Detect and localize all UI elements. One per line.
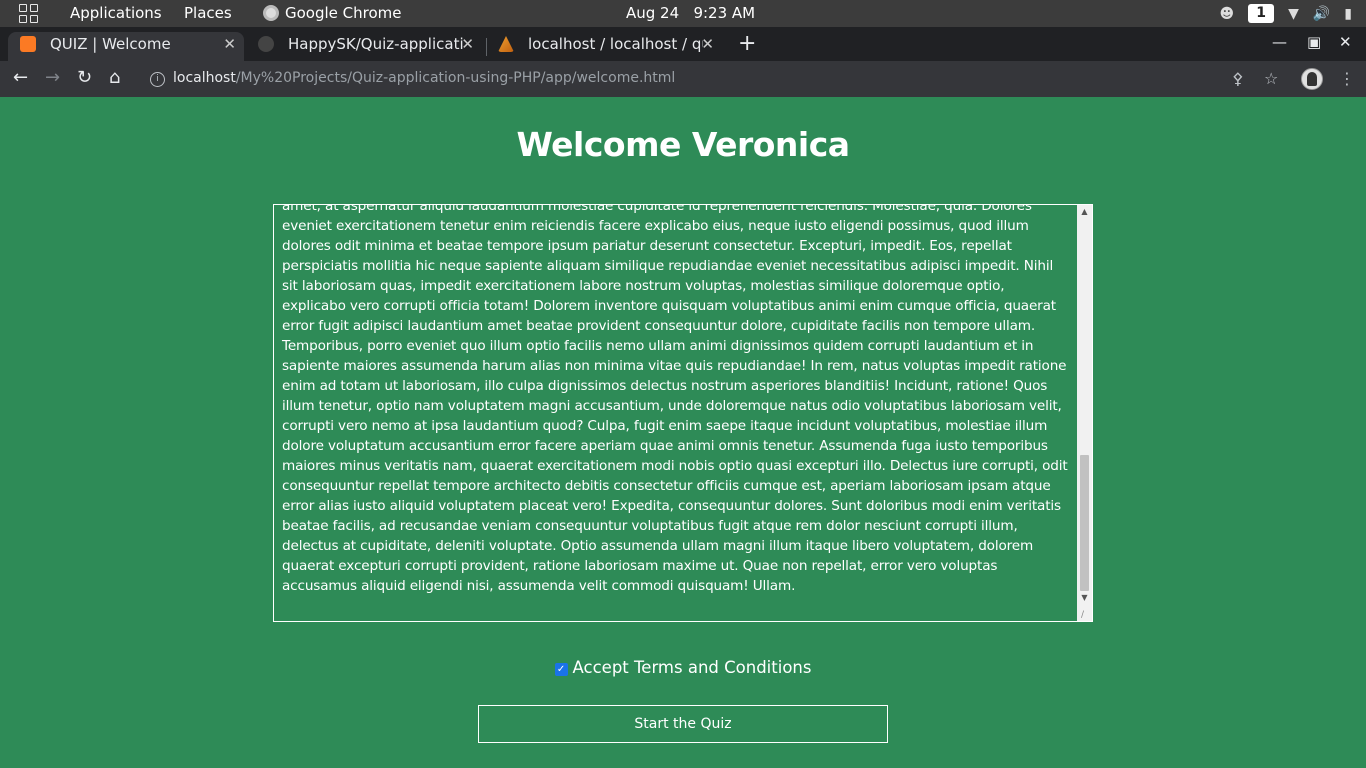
- tab-title: HappySK/Quiz-application-using-PHP: [288, 35, 463, 53]
- close-tab-icon[interactable]: ✕: [701, 32, 714, 56]
- clock[interactable]: Aug 24 9:23 AM: [626, 4, 755, 22]
- forward-icon[interactable]: →: [45, 67, 60, 88]
- os-top-bar: Applications Places Google Chrome Aug 24…: [0, 0, 1366, 27]
- xampp-favicon-icon: [20, 36, 36, 52]
- profile-avatar[interactable]: [1301, 68, 1323, 90]
- start-quiz-button[interactable]: Start the Quiz: [478, 705, 888, 743]
- close-tab-icon[interactable]: ✕: [223, 32, 236, 56]
- menu-kebab-icon[interactable]: ⋮: [1339, 69, 1355, 88]
- accept-terms-label[interactable]: Accept Terms and Conditions: [573, 658, 812, 677]
- people-icon[interactable]: ☻: [1219, 6, 1234, 22]
- page-content: Welcome Veronica amet, at aspernatur ali…: [0, 97, 1366, 768]
- wifi-icon[interactable]: ▼: [1288, 6, 1299, 22]
- scroll-up-icon[interactable]: ▲: [1077, 205, 1092, 219]
- workspace-indicator[interactable]: 1: [1248, 4, 1275, 23]
- tab-title: localhost / localhost / quiz: [528, 35, 703, 53]
- toolbar: ← → ↻ ⌂ i localhost/My%20Projects/Quiz-ap…: [0, 61, 1366, 97]
- address-input[interactable]: i localhost/My%20Projects/Quiz-applicatio…: [150, 70, 675, 87]
- tab-quiz-welcome[interactable]: QUIZ | Welcome ✕: [8, 32, 244, 61]
- key-icon[interactable]: ⚴: [1232, 69, 1244, 88]
- github-favicon-icon: [258, 36, 274, 52]
- terms-textarea[interactable]: amet, at aspernatur aliquid laudantium m…: [273, 204, 1093, 622]
- app-grid-icon[interactable]: [19, 4, 38, 23]
- page-title: Welcome Veronica: [516, 125, 850, 164]
- close-tab-icon[interactable]: ✕: [461, 32, 474, 56]
- battery-icon[interactable]: ▮: [1344, 6, 1352, 22]
- active-app-label: Google Chrome: [285, 4, 402, 22]
- url-host: localhost: [173, 70, 236, 86]
- bookmark-star-icon[interactable]: ☆: [1264, 69, 1278, 88]
- resize-handle-icon[interactable]: ∕: [1081, 610, 1091, 620]
- scrollbar-thumb[interactable]: [1080, 455, 1089, 591]
- new-tab-icon[interactable]: +: [738, 31, 756, 56]
- home-icon[interactable]: ⌂: [109, 67, 120, 88]
- terms-text: amet, at aspernatur aliquid laudantium m…: [282, 204, 1068, 594]
- tab-strip: QUIZ | Welcome ✕ HappySK/Quiz-applicatio…: [0, 27, 1366, 61]
- tab-github[interactable]: HappySK/Quiz-application-using-PHP ✕: [246, 32, 482, 61]
- applications-menu[interactable]: Applications: [70, 4, 162, 22]
- url-path: /My%20Projects/Quiz-application-using-PH…: [235, 70, 676, 86]
- accept-terms-row: ✓ Accept Terms and Conditions: [0, 658, 1366, 677]
- reload-icon[interactable]: ↻: [77, 67, 92, 88]
- close-window-icon[interactable]: ✕: [1339, 33, 1352, 51]
- minimize-icon[interactable]: —: [1272, 33, 1287, 51]
- maximize-icon[interactable]: ▣: [1307, 33, 1321, 51]
- back-icon[interactable]: ←: [13, 67, 28, 88]
- tab-phpmyadmin[interactable]: localhost / localhost / quiz ✕: [486, 32, 722, 61]
- accept-terms-checkbox[interactable]: ✓: [554, 663, 568, 676]
- site-info-icon[interactable]: i: [150, 72, 165, 87]
- phpmyadmin-favicon-icon: [498, 36, 514, 52]
- scroll-down-icon[interactable]: ▼: [1077, 591, 1092, 605]
- chrome-icon: [263, 5, 279, 21]
- places-menu[interactable]: Places: [184, 4, 232, 22]
- tab-title: QUIZ | Welcome: [50, 35, 171, 53]
- active-app-menu[interactable]: Google Chrome: [263, 4, 402, 22]
- terms-scrollbar[interactable]: ▲ ▼: [1077, 205, 1092, 621]
- volume-icon[interactable]: 🔊: [1313, 6, 1330, 22]
